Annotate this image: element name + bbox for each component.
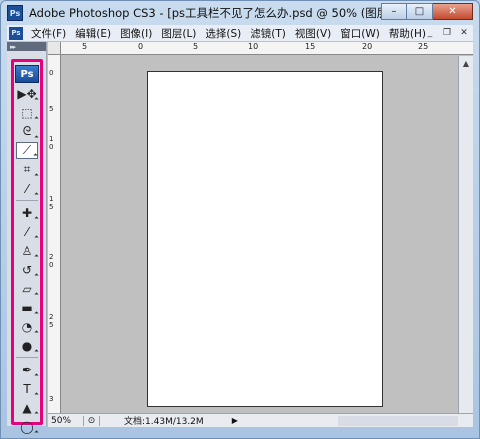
path-selection-tool-icon[interactable]: ▲ bbox=[16, 399, 38, 416]
vertical-ruler[interactable]: 0 5 1 0 1 5 2 0 2 5 3 bbox=[48, 55, 61, 413]
type-tool-icon[interactable]: T bbox=[16, 380, 38, 397]
eraser-tool-icon[interactable]: ▱ bbox=[16, 280, 38, 297]
ruler-label: 0 bbox=[138, 42, 144, 51]
ruler-label: 5 bbox=[49, 203, 54, 211]
scroll-up-arrow-icon[interactable]: ▲ bbox=[459, 56, 473, 70]
ruler-label: 5 bbox=[49, 105, 54, 113]
doc-close-button[interactable]: ✕ bbox=[457, 27, 471, 39]
menu-file[interactable]: 文件(F) bbox=[27, 26, 71, 41]
window-controls: – □ ✕ bbox=[381, 3, 473, 20]
ruler-label: 1 bbox=[49, 195, 54, 203]
healing-brush-tool-icon[interactable]: ✚ bbox=[16, 204, 38, 221]
menu-image[interactable]: 图像(I) bbox=[116, 26, 157, 41]
document-info: 文档:1.43M/13.2M bbox=[124, 417, 204, 427]
ellipse-tool-icon[interactable]: ◯ bbox=[16, 418, 38, 435]
menu-select[interactable]: 选择(S) bbox=[201, 26, 246, 41]
ruler-label: 5 bbox=[193, 42, 199, 51]
ruler-label: 10 bbox=[248, 42, 259, 51]
photoshop-window: Ps Adobe Photoshop CS3 - [ps工具栏不见了怎么办.ps… bbox=[0, 0, 480, 439]
brush-tool-icon[interactable]: ⁄ bbox=[16, 223, 38, 240]
doc-minimize-button[interactable]: _ bbox=[423, 27, 437, 39]
menu-view[interactable]: 视图(V) bbox=[291, 26, 336, 41]
status-bar: 50% ⊙ 文档:1.43M/13.2M ▶ bbox=[48, 413, 473, 427]
history-brush-tool-icon[interactable]: ↺ bbox=[16, 261, 38, 278]
document-canvas[interactable] bbox=[147, 71, 383, 407]
menu-window[interactable]: 窗口(W) bbox=[336, 26, 385, 41]
ruler-label: 0 bbox=[49, 261, 54, 269]
tools-highlight-box: Ps ▶✥ ⬚ ᘓ ⟋ ⌗ ⁄ ✚ ⁄ ♙ ↺ ▱ ▬ ◔ ● ✒ T ▲ ◯ bbox=[11, 59, 43, 434]
dodge-tool-icon[interactable]: ● bbox=[16, 337, 38, 354]
ruler-label: 0 bbox=[49, 69, 54, 77]
crop-tool-icon[interactable]: ⌗ bbox=[16, 161, 38, 178]
doc-restore-button[interactable]: ❐ bbox=[440, 27, 454, 39]
tool-separator bbox=[16, 357, 38, 358]
title-bar[interactable]: Ps Adobe Photoshop CS3 - [ps工具栏不见了怎么办.ps… bbox=[1, 1, 479, 25]
vertical-scrollbar[interactable]: ▲ bbox=[458, 56, 473, 413]
blur-tool-icon[interactable]: ◔ bbox=[16, 318, 38, 335]
tools-panel: ▸▸ Ps ▶✥ ⬚ ᘓ ⟋ ⌗ ⁄ ✚ ⁄ ♙ ↺ ▱ ▬ ◔ ● ✒ T ▲… bbox=[7, 42, 47, 434]
workspace: ▸▸ Ps ▶✥ ⬚ ᘓ ⟋ ⌗ ⁄ ✚ ⁄ ♙ ↺ ▱ ▬ ◔ ● ✒ T ▲… bbox=[7, 42, 473, 434]
horizontal-scrollbar[interactable] bbox=[338, 416, 458, 426]
menu-filter[interactable]: 滤镜(T) bbox=[246, 26, 291, 41]
gradient-tool-icon[interactable]: ▬ bbox=[16, 299, 38, 316]
menu-layer[interactable]: 图层(L) bbox=[157, 26, 201, 41]
horizontal-ruler[interactable]: 5 0 5 10 15 20 25 bbox=[48, 42, 473, 55]
ps-logo: Ps bbox=[15, 65, 39, 83]
ruler-origin[interactable] bbox=[48, 42, 61, 55]
zoom-level[interactable]: 50% bbox=[48, 415, 84, 426]
tool-separator bbox=[16, 200, 38, 201]
close-button[interactable]: ✕ bbox=[433, 3, 473, 20]
ruler-label: 1 bbox=[49, 135, 54, 143]
tools-panel-grip[interactable]: ▸▸ bbox=[7, 42, 46, 51]
status-menu-icon[interactable]: ⊙ bbox=[84, 415, 100, 426]
ruler-label: 0 bbox=[49, 143, 54, 151]
ruler-label: 25 bbox=[418, 42, 429, 51]
ruler-label: 5 bbox=[49, 321, 54, 329]
eyedropper-tool-icon[interactable]: ⁄ bbox=[16, 180, 38, 197]
move-tool-icon[interactable]: ▶✥ bbox=[16, 85, 38, 102]
pen-tool-icon[interactable]: ✒ bbox=[16, 361, 38, 378]
menu-bar: Ps 文件(F) 编辑(E) 图像(I) 图层(L) 选择(S) 滤镜(T) 视… bbox=[7, 25, 473, 42]
photoshop-app-icon: Ps bbox=[7, 5, 23, 21]
document-controls: _ ❐ ✕ bbox=[423, 27, 471, 39]
status-arrow-icon[interactable]: ▶ bbox=[232, 416, 238, 425]
magic-wand-tool-icon[interactable]: ⟋ bbox=[16, 142, 38, 159]
clone-stamp-tool-icon[interactable]: ♙ bbox=[16, 242, 38, 259]
ps-menu-icon[interactable]: Ps bbox=[9, 26, 23, 40]
ruler-label: 3 bbox=[49, 395, 54, 403]
ruler-label: 2 bbox=[49, 313, 54, 321]
ruler-label: 5 bbox=[82, 42, 88, 51]
maximize-button[interactable]: □ bbox=[407, 3, 433, 20]
ruler-label: 20 bbox=[362, 42, 373, 51]
ruler-label: 15 bbox=[305, 42, 316, 51]
minimize-button[interactable]: – bbox=[381, 3, 407, 20]
canvas-area[interactable] bbox=[62, 56, 458, 413]
lasso-tool-icon[interactable]: ᘓ bbox=[16, 123, 38, 140]
menu-edit[interactable]: 编辑(E) bbox=[71, 26, 116, 41]
ruler-label: 2 bbox=[49, 253, 54, 261]
marquee-tool-icon[interactable]: ⬚ bbox=[16, 104, 38, 121]
